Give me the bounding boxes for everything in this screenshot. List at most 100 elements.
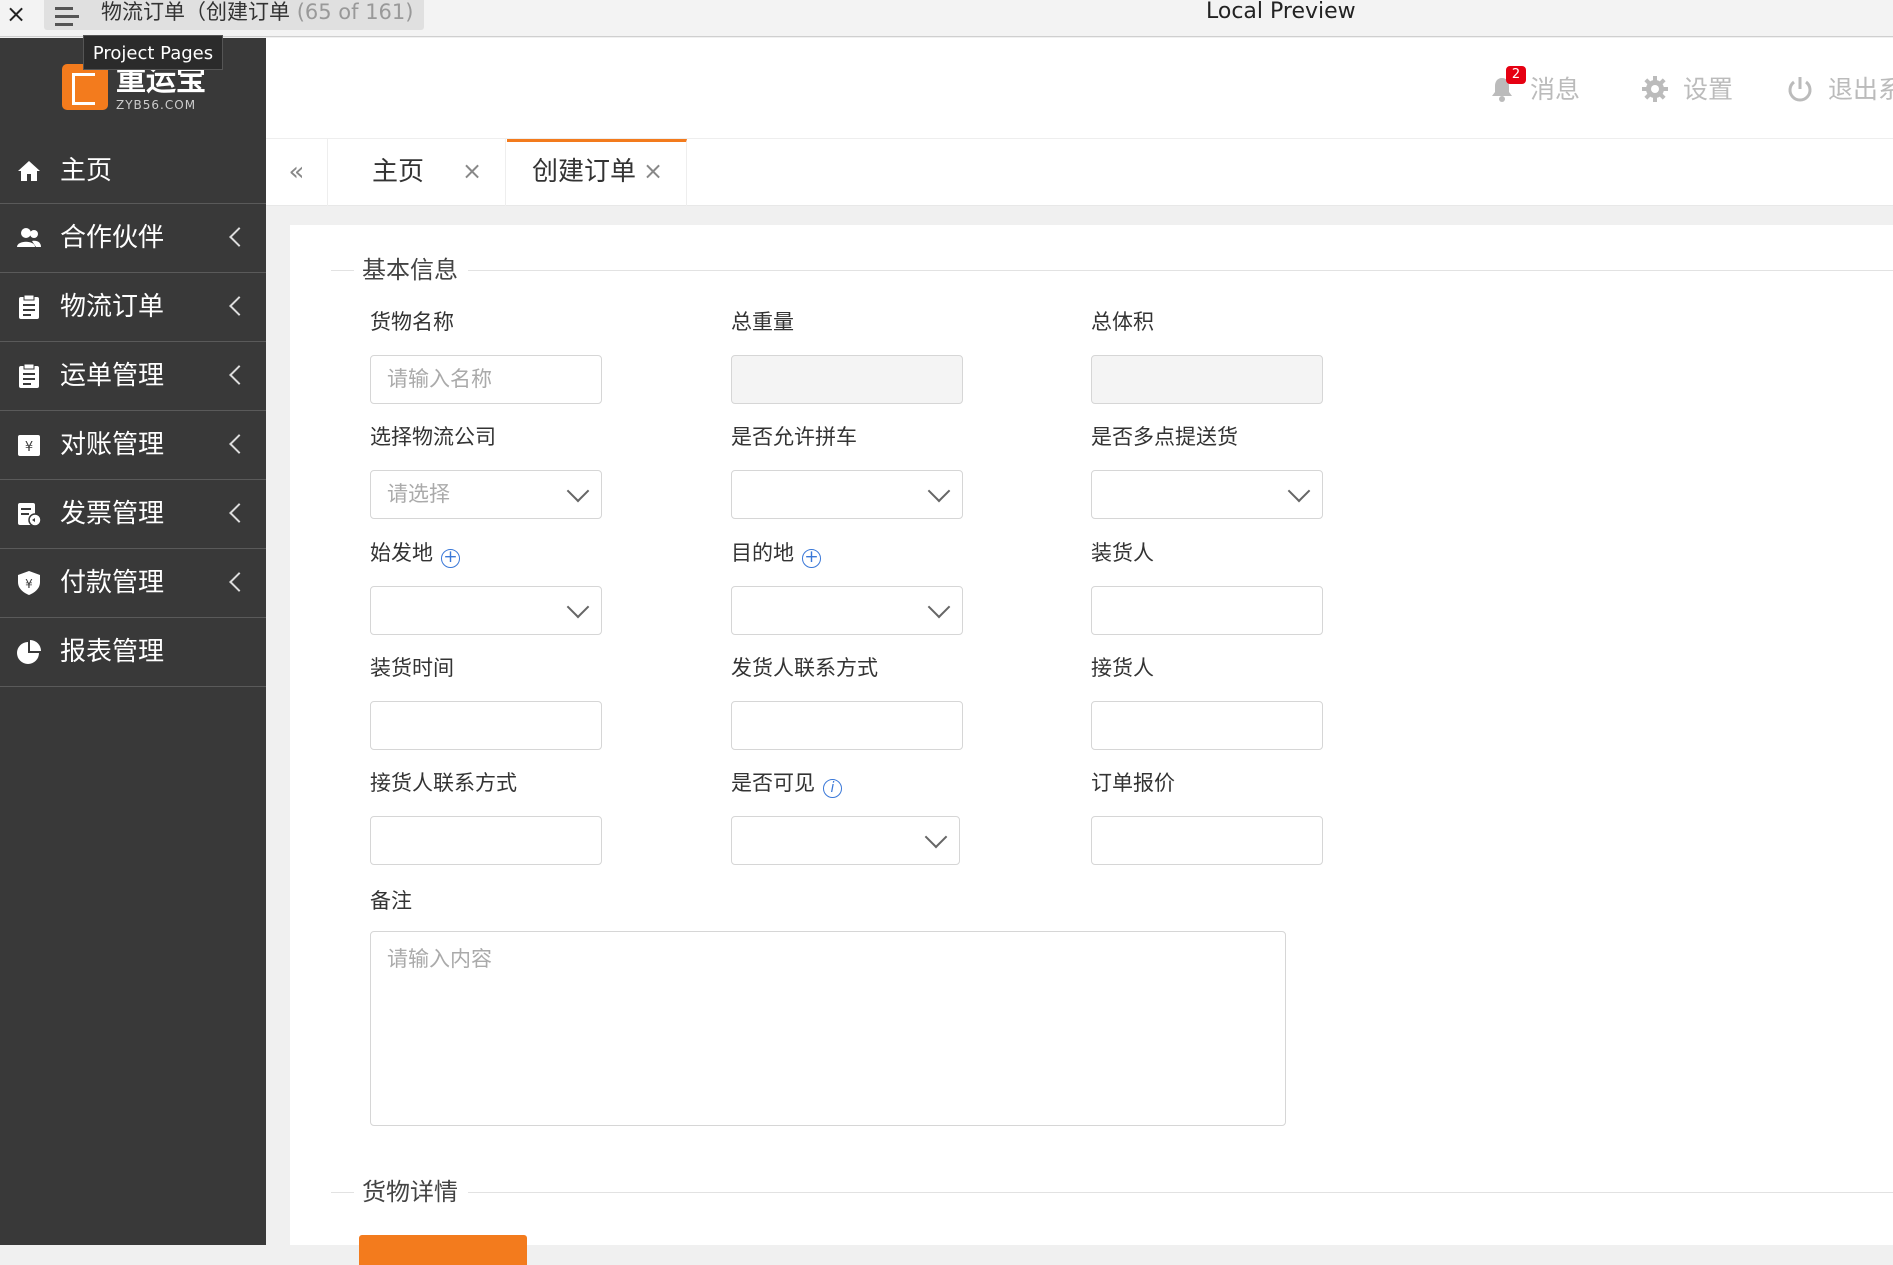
logistics-company-select[interactable]: 请选择 <box>370 470 602 519</box>
sidebar-item-invoices[interactable]: 发票管理 <box>0 480 266 549</box>
close-icon[interactable]: × <box>6 2 26 26</box>
clipboard-icon <box>19 363 39 388</box>
sidebar-item-home[interactable]: 主页 <box>0 138 266 204</box>
chevron-left-icon <box>229 296 249 316</box>
add-destination-icon[interactable]: + <box>802 549 821 568</box>
home-icon <box>18 160 40 181</box>
collapse-sidebar-button[interactable]: « <box>266 139 328 206</box>
shipper-contact-input[interactable] <box>731 701 963 750</box>
hamburger-icon <box>55 7 79 26</box>
preview-page-title: 物流订单（创建订单 (65 of 161) <box>101 0 414 24</box>
field-label: 接货人 <box>1091 656 1154 680</box>
visible-select[interactable] <box>731 816 960 865</box>
pie-chart-icon <box>17 640 41 664</box>
receiver-input[interactable] <box>1091 701 1323 750</box>
sidebar-item-waybills[interactable]: 运单管理 <box>0 342 266 411</box>
chevron-down-icon <box>927 595 951 619</box>
sidebar-item-label: 付款管理 <box>60 568 165 598</box>
logout-label: 退出系 <box>1828 75 1893 104</box>
preview-bar: × 物流订单（创建订单 (65 of 161) Local Preview <box>0 0 1893 37</box>
settings-label: 设置 <box>1683 75 1734 104</box>
sidebar-item-label: 对账管理 <box>60 430 165 460</box>
invoice-icon <box>18 503 42 527</box>
tab-create-order[interactable]: 创建订单 × <box>507 139 687 206</box>
tooltip: Project Pages <box>83 35 223 70</box>
tab-label: 主页 <box>372 157 425 187</box>
total-weight-input <box>731 355 963 404</box>
notification-badge: 2 <box>1506 66 1526 84</box>
origin-select[interactable] <box>370 586 602 635</box>
chevron-left-icon <box>229 434 249 454</box>
field-label: 始发地 + <box>370 540 460 568</box>
field-label: 装货人 <box>1091 541 1154 565</box>
sidebar-nav: 主页 合作伙伴 物流订单 运单管理 ¥ 对账管理 发票管理 ¥ 付款管理 报表管… <box>0 138 266 687</box>
field-label: 装货时间 <box>370 656 454 680</box>
order-quote-input[interactable] <box>1091 816 1323 865</box>
chevron-down-icon <box>566 479 590 503</box>
sidebar-item-label: 合作伙伴 <box>60 223 165 253</box>
sidebar-item-partners[interactable]: 合作伙伴 <box>0 204 266 273</box>
section-goods-details: 货物详情 <box>331 1177 1893 1207</box>
field-label: 订单报价 <box>1091 771 1175 795</box>
section-divider <box>331 1192 1893 1193</box>
sidebar-item-logistics-orders[interactable]: 物流订单 <box>0 273 266 342</box>
sidebar-item-label: 报表管理 <box>60 637 165 667</box>
tab-label: 创建订单 <box>532 157 637 187</box>
yen-icon: ¥ <box>18 435 40 456</box>
destination-select[interactable] <box>731 586 963 635</box>
users-icon <box>17 228 41 247</box>
field-label: 发货人联系方式 <box>731 656 878 680</box>
field-label: 选择物流公司 <box>370 425 496 449</box>
total-volume-input <box>1091 355 1323 404</box>
section-title: 基本信息 <box>354 255 468 285</box>
chevron-down-icon <box>566 595 590 619</box>
payment-shield-icon: ¥ <box>18 571 40 595</box>
allow-carpool-select[interactable] <box>731 470 963 519</box>
multi-point-select[interactable] <box>1091 470 1323 519</box>
create-order-form: 基本信息 货物名称 请输入名称 总重量 总体积 选择物流公司 请选择 是否允许拼… <box>290 225 1893 1265</box>
sidebar-item-label: 主页 <box>60 155 113 186</box>
messages-label: 消息 <box>1530 75 1581 104</box>
sidebar-item-label: 运单管理 <box>60 361 165 391</box>
close-tab-icon[interactable]: × <box>643 157 663 185</box>
section-divider <box>331 270 1893 271</box>
pages-menu-button[interactable]: 物流订单（创建订单 (65 of 161) <box>44 0 424 30</box>
chevron-left-icon <box>229 365 249 385</box>
field-label: 总重量 <box>731 310 794 334</box>
logo-domain: ZYB56.COM <box>116 98 197 112</box>
svg-text:¥: ¥ <box>25 440 33 455</box>
field-label: 是否可见 i <box>731 770 842 798</box>
field-label: 接货人联系方式 <box>370 771 517 795</box>
chevron-down-icon <box>924 825 948 849</box>
remark-textarea[interactable]: 请输入内容 <box>370 931 1286 1126</box>
page-count: (65 of 161) <box>296 0 414 24</box>
section-title: 货物详情 <box>354 1177 468 1207</box>
sidebar-item-label: 物流订单 <box>60 292 165 322</box>
add-goods-button[interactable] <box>359 1235 527 1265</box>
sidebar-item-reports[interactable]: 报表管理 <box>0 618 266 687</box>
field-label: 总体积 <box>1091 310 1154 334</box>
receiver-contact-input[interactable] <box>370 816 602 865</box>
logo[interactable]: 重运宝 ZYB56.COM <box>62 64 212 114</box>
loader-input[interactable] <box>1091 586 1323 635</box>
field-label: 是否允许拼车 <box>731 425 857 449</box>
remark-label: 备注 <box>370 889 412 913</box>
info-icon[interactable]: i <box>823 779 842 798</box>
top-header: 2 消息 设置 退出系 <box>266 38 1893 138</box>
chevron-left-icon <box>229 227 249 247</box>
sidebar-item-reconciliation[interactable]: ¥ 对账管理 <box>0 411 266 480</box>
preview-window-title: Local Preview <box>1206 0 1356 24</box>
clipboard-icon <box>19 294 39 319</box>
chevron-down-icon <box>927 479 951 503</box>
close-tab-icon[interactable]: × <box>462 157 482 185</box>
add-origin-icon[interactable]: + <box>441 549 460 568</box>
goods-name-input[interactable]: 请输入名称 <box>370 355 602 404</box>
power-icon <box>1788 77 1812 102</box>
sidebar-item-payments[interactable]: ¥ 付款管理 <box>0 549 266 618</box>
loading-time-input[interactable] <box>370 701 602 750</box>
field-label: 货物名称 <box>370 310 454 334</box>
tab-home[interactable]: 主页 × <box>328 139 506 206</box>
field-label: 是否多点提送货 <box>1091 425 1238 449</box>
select-placeholder: 请选择 <box>387 482 450 506</box>
chevron-left-icon <box>229 503 249 523</box>
